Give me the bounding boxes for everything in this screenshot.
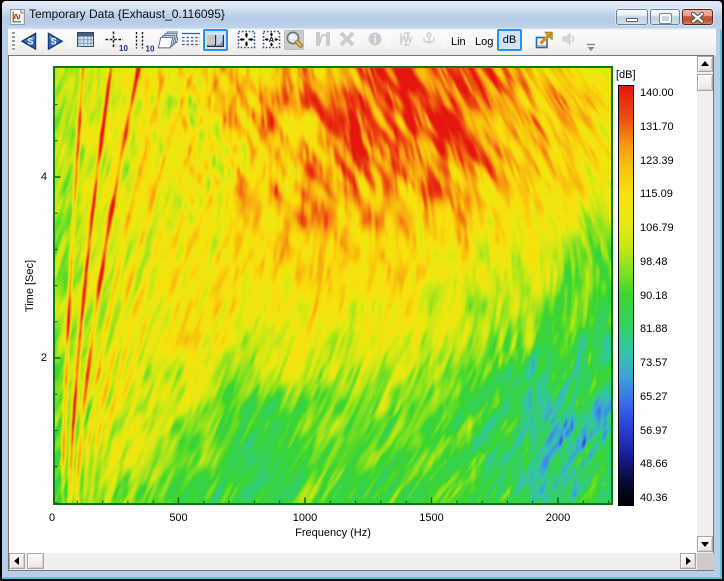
svg-text:S: S [27, 37, 33, 47]
svg-text:10: 10 [146, 45, 155, 54]
svg-text:A: A [269, 35, 275, 44]
svg-text:S: S [51, 37, 57, 47]
svg-text:10: 10 [119, 44, 128, 53]
